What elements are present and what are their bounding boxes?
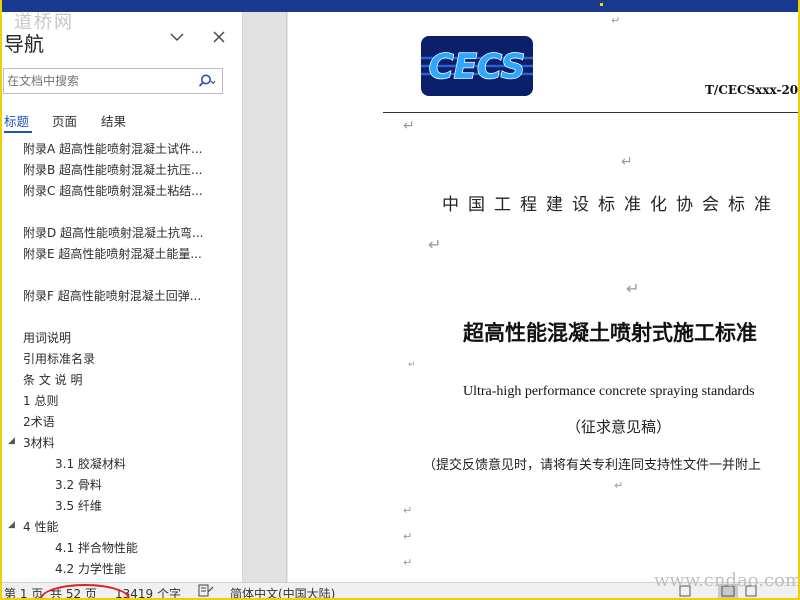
document-page[interactable]: ↵ CECS T/CECSxxx-20 ↵ ↵ 中国工程建设标准化协会标准 ↵ … xyxy=(288,12,800,582)
nav-options-button[interactable] xyxy=(166,26,188,48)
heading-item[interactable]: 附录B 超高性能喷射混凝土抗压... xyxy=(23,161,203,178)
proofing-icon[interactable] xyxy=(198,584,214,600)
search-icon xyxy=(198,74,216,87)
collapse-caret-icon[interactable]: ◢ xyxy=(8,520,15,530)
chevron-down-icon xyxy=(170,33,184,41)
heading-item[interactable]: 2术语 xyxy=(23,413,55,430)
heading-item[interactable]: 3.1 胶凝材料 xyxy=(55,455,126,472)
heading-item[interactable]: 4 性能 xyxy=(23,518,58,535)
cecs-logo: CECS xyxy=(421,36,533,96)
tab-results[interactable]: 结果 xyxy=(101,111,126,130)
header-rule xyxy=(383,112,800,113)
close-icon xyxy=(213,31,225,43)
heading-item[interactable]: 条 文 说 明 xyxy=(23,371,82,388)
paragraph-mark: ↵ xyxy=(403,530,413,543)
heading-item[interactable]: 3.2 骨料 xyxy=(55,476,102,493)
heading-item[interactable]: 附录F 超高性能喷射混凝土回弹... xyxy=(23,287,201,304)
heading-item[interactable]: 附录A 超高性能喷射混凝土试件... xyxy=(23,140,202,157)
paragraph-mark: ↵ xyxy=(614,479,624,492)
heading-item[interactable]: 用词说明 xyxy=(23,329,71,346)
nav-search-input[interactable] xyxy=(7,72,187,90)
heading-item[interactable]: 4.2 力学性能 xyxy=(55,560,126,577)
status-language[interactable]: 简体中文(中国大陆) xyxy=(230,585,335,600)
logo-text: CECS xyxy=(429,47,525,87)
heading-item[interactable]: 附录D 超高性能喷射混凝土抗弯... xyxy=(23,224,204,241)
window-title-bar xyxy=(0,0,800,12)
heading-item[interactable]: 4.1 拌合物性能 xyxy=(55,539,138,556)
heading-item[interactable]: 3材料 xyxy=(23,434,55,451)
draft-label: （征求意见稿） xyxy=(566,418,672,436)
vertical-ruler xyxy=(243,12,287,582)
active-tab-indicator xyxy=(4,131,32,133)
paragraph-mark: ↵ xyxy=(403,118,415,134)
paragraph-mark: ↵ xyxy=(611,14,621,27)
heading-item[interactable]: 引用标准名录 xyxy=(23,350,95,367)
paragraph-mark: ↵ xyxy=(403,504,413,517)
nav-search-box[interactable] xyxy=(3,68,223,94)
watermark-top-left: 道桥网 xyxy=(14,12,74,33)
collapse-caret-icon[interactable]: ◢ xyxy=(8,436,15,446)
paragraph-mark: ↵ xyxy=(408,360,416,370)
standard-code: T/CECSxxx-20 xyxy=(705,83,799,97)
tab-headings[interactable]: 标题 xyxy=(4,111,29,130)
paragraph-mark: ↵ xyxy=(626,279,640,298)
paragraph-mark: ↵ xyxy=(428,235,442,254)
heading-item[interactable]: 附录E 超高性能喷射混凝土能量... xyxy=(23,245,202,262)
heading-item[interactable]: 3.5 纤维 xyxy=(55,497,102,514)
association-heading: 中国工程建设标准化协会标准 xyxy=(442,195,780,215)
document-title-en: Ultra-high performance concrete spraying… xyxy=(463,384,755,399)
heading-item[interactable]: 1 总则 xyxy=(23,392,58,409)
navigation-pane: 导航 标题 页面 结果 附录A 超高性能喷射混凝土试件... 附录B 超高性能喷… xyxy=(0,12,243,582)
paragraph-mark: ↵ xyxy=(403,556,413,569)
tab-pages[interactable]: 页面 xyxy=(52,111,77,130)
feedback-note: （提交反馈意见时，请将有关专利连同支持性文件一并附上 xyxy=(423,458,762,473)
heading-item[interactable]: 附录C 超高性能喷射混凝土粘结... xyxy=(23,182,203,199)
document-title-cn: 超高性能混凝土喷射式施工标准 xyxy=(463,320,757,345)
title-bar-marker xyxy=(600,3,603,6)
paragraph-mark: ↵ xyxy=(621,154,633,170)
search-dropdown-button[interactable] xyxy=(198,73,216,91)
watermark-bottom-right: www.cndao.com xyxy=(654,570,800,591)
status-page[interactable]: 第 1 页 xyxy=(4,585,43,600)
nav-close-button[interactable] xyxy=(208,26,230,48)
